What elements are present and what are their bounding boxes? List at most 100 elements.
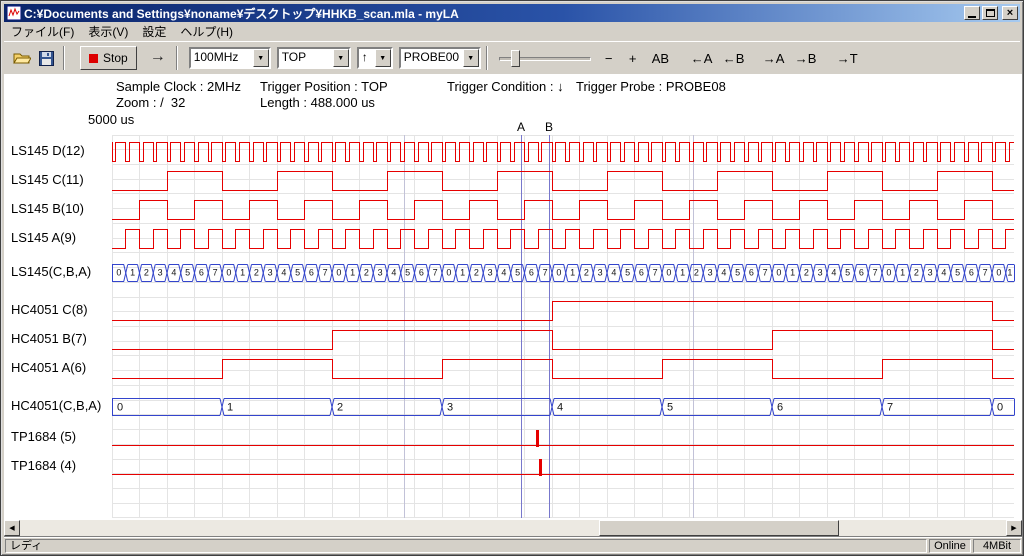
- svg-text:4: 4: [171, 268, 176, 278]
- svg-text:1: 1: [790, 268, 795, 278]
- svg-text:6: 6: [969, 268, 974, 278]
- grid: [112, 135, 1014, 518]
- horizontal-scrollbar[interactable]: ◀ ▶: [4, 520, 1022, 536]
- svg-text:0: 0: [117, 401, 123, 413]
- marker-a-label[interactable]: A: [515, 120, 527, 134]
- menu-file[interactable]: ファイル(F): [4, 21, 81, 42]
- run-step-button[interactable]: →: [145, 46, 171, 70]
- stop-button[interactable]: Stop: [80, 46, 137, 70]
- svg-text:2: 2: [144, 268, 149, 278]
- svg-text:4: 4: [831, 268, 836, 278]
- zoom-slider[interactable]: [499, 46, 591, 70]
- trigger-position-select[interactable]: TOP ▼: [277, 47, 351, 69]
- jump-left-to-b-button[interactable]: ←B: [718, 46, 748, 70]
- close-button[interactable]: ×: [1002, 6, 1018, 20]
- svg-text:1: 1: [1007, 268, 1012, 278]
- trace-ls145-d-12-: [112, 143, 1014, 162]
- trace-hc4051-a-6-: [112, 360, 1014, 379]
- scroll-left-button[interactable]: ◀: [4, 520, 20, 536]
- menu-settings[interactable]: 設定: [135, 21, 173, 42]
- svg-text:0: 0: [776, 268, 781, 278]
- open-button[interactable]: [10, 46, 34, 70]
- scroll-right-button[interactable]: ▶: [1006, 520, 1022, 536]
- svg-text:5: 5: [405, 268, 410, 278]
- svg-text:3: 3: [158, 268, 163, 278]
- svg-text:2: 2: [337, 401, 343, 413]
- svg-text:7: 7: [213, 268, 218, 278]
- scroll-thumb[interactable]: [599, 520, 839, 536]
- app-window: C:¥Documents and Settings¥noname¥デスクトップ¥…: [0, 0, 1024, 556]
- minimize-button[interactable]: [964, 6, 980, 20]
- jump-right-to-a-button[interactable]: →A: [758, 46, 788, 70]
- jump-right-to-b-button[interactable]: →B: [790, 46, 820, 70]
- channel-label: HC4051 A(6): [11, 360, 109, 377]
- save-button[interactable]: [34, 46, 58, 70]
- svg-text:1: 1: [227, 401, 233, 413]
- svg-text:0: 0: [886, 268, 891, 278]
- minimize-icon: [968, 16, 976, 18]
- run-arrow-icon: →: [150, 48, 166, 65]
- dropdown-arrow-icon[interactable]: ▼: [253, 49, 269, 67]
- svg-text:7: 7: [873, 268, 878, 278]
- probe-select[interactable]: PROBE00 ▼: [399, 47, 481, 69]
- zoom-out-button[interactable]: −: [599, 46, 619, 70]
- pulse-tp1684-4-: [539, 459, 542, 476]
- waveform-canvas[interactable]: 0123456701234567012345670123456701234567…: [4, 74, 1022, 520]
- stop-icon: [89, 54, 98, 63]
- svg-text:4: 4: [941, 268, 946, 278]
- svg-text:1: 1: [900, 268, 905, 278]
- svg-text:6: 6: [639, 268, 644, 278]
- svg-text:1: 1: [680, 268, 685, 278]
- zoom-ab-button[interactable]: AB: [647, 46, 674, 70]
- status-memory: 4MBit: [973, 539, 1021, 553]
- svg-text:5: 5: [185, 268, 190, 278]
- trigger-position-value: TOP: [279, 49, 333, 67]
- jump-left-to-a-button[interactable]: ←A: [686, 46, 716, 70]
- menu-help[interactable]: ヘルプ(H): [173, 21, 240, 42]
- svg-text:5: 5: [845, 268, 850, 278]
- jump-to-trigger-button[interactable]: →T: [832, 46, 862, 70]
- status-message: レディ: [5, 539, 927, 553]
- waveform-view[interactable]: Sample Clock : 2MHz Trigger Position : T…: [4, 74, 1022, 520]
- zoom-in-button[interactable]: +: [623, 46, 643, 70]
- scroll-right-icon: ▶: [1011, 524, 1016, 532]
- close-icon: ×: [1007, 8, 1013, 19]
- trigger-edge-select[interactable]: ↑ ▼: [357, 47, 393, 69]
- svg-text:6: 6: [309, 268, 314, 278]
- svg-text:0: 0: [116, 268, 121, 278]
- scroll-track[interactable]: [20, 520, 1006, 536]
- zoom-slider-thumb[interactable]: [511, 50, 520, 67]
- svg-text:3: 3: [818, 268, 823, 278]
- svg-text:7: 7: [983, 268, 988, 278]
- menu-view[interactable]: 表示(V): [81, 21, 135, 42]
- scroll-left-icon: ◀: [9, 524, 14, 532]
- svg-text:6: 6: [749, 268, 754, 278]
- svg-text:2: 2: [804, 268, 809, 278]
- dropdown-arrow-icon[interactable]: ▼: [463, 49, 479, 67]
- svg-text:1: 1: [240, 268, 245, 278]
- dropdown-arrow-icon[interactable]: ▼: [333, 49, 349, 67]
- svg-text:2: 2: [584, 268, 589, 278]
- svg-text:5: 5: [515, 268, 520, 278]
- svg-text:0: 0: [446, 268, 451, 278]
- sample-rate-select[interactable]: 100MHz ▼: [189, 47, 271, 69]
- svg-text:1: 1: [350, 268, 355, 278]
- toolbar: Stop → 100MHz ▼ TOP ▼ ↑ ▼ PROBE00 ▼ − + …: [4, 41, 1020, 74]
- svg-text:4: 4: [557, 401, 563, 413]
- channel-label: LS145 C(11): [11, 172, 109, 189]
- svg-text:3: 3: [447, 401, 453, 413]
- svg-text:7: 7: [323, 268, 328, 278]
- bus-hc4051-c-b-a-: 012345670: [112, 399, 1015, 416]
- dropdown-arrow-icon[interactable]: ▼: [375, 49, 391, 67]
- maximize-icon: [986, 9, 995, 17]
- status-online: Online: [929, 539, 971, 553]
- maximize-button[interactable]: [982, 6, 998, 20]
- svg-text:7: 7: [433, 268, 438, 278]
- svg-text:7: 7: [763, 268, 768, 278]
- svg-text:7: 7: [653, 268, 658, 278]
- svg-text:1: 1: [570, 268, 575, 278]
- marker-b-label[interactable]: B: [543, 120, 555, 134]
- title-bar: C:¥Documents and Settings¥noname¥デスクトップ¥…: [4, 4, 1020, 22]
- svg-text:3: 3: [268, 268, 273, 278]
- svg-text:3: 3: [708, 268, 713, 278]
